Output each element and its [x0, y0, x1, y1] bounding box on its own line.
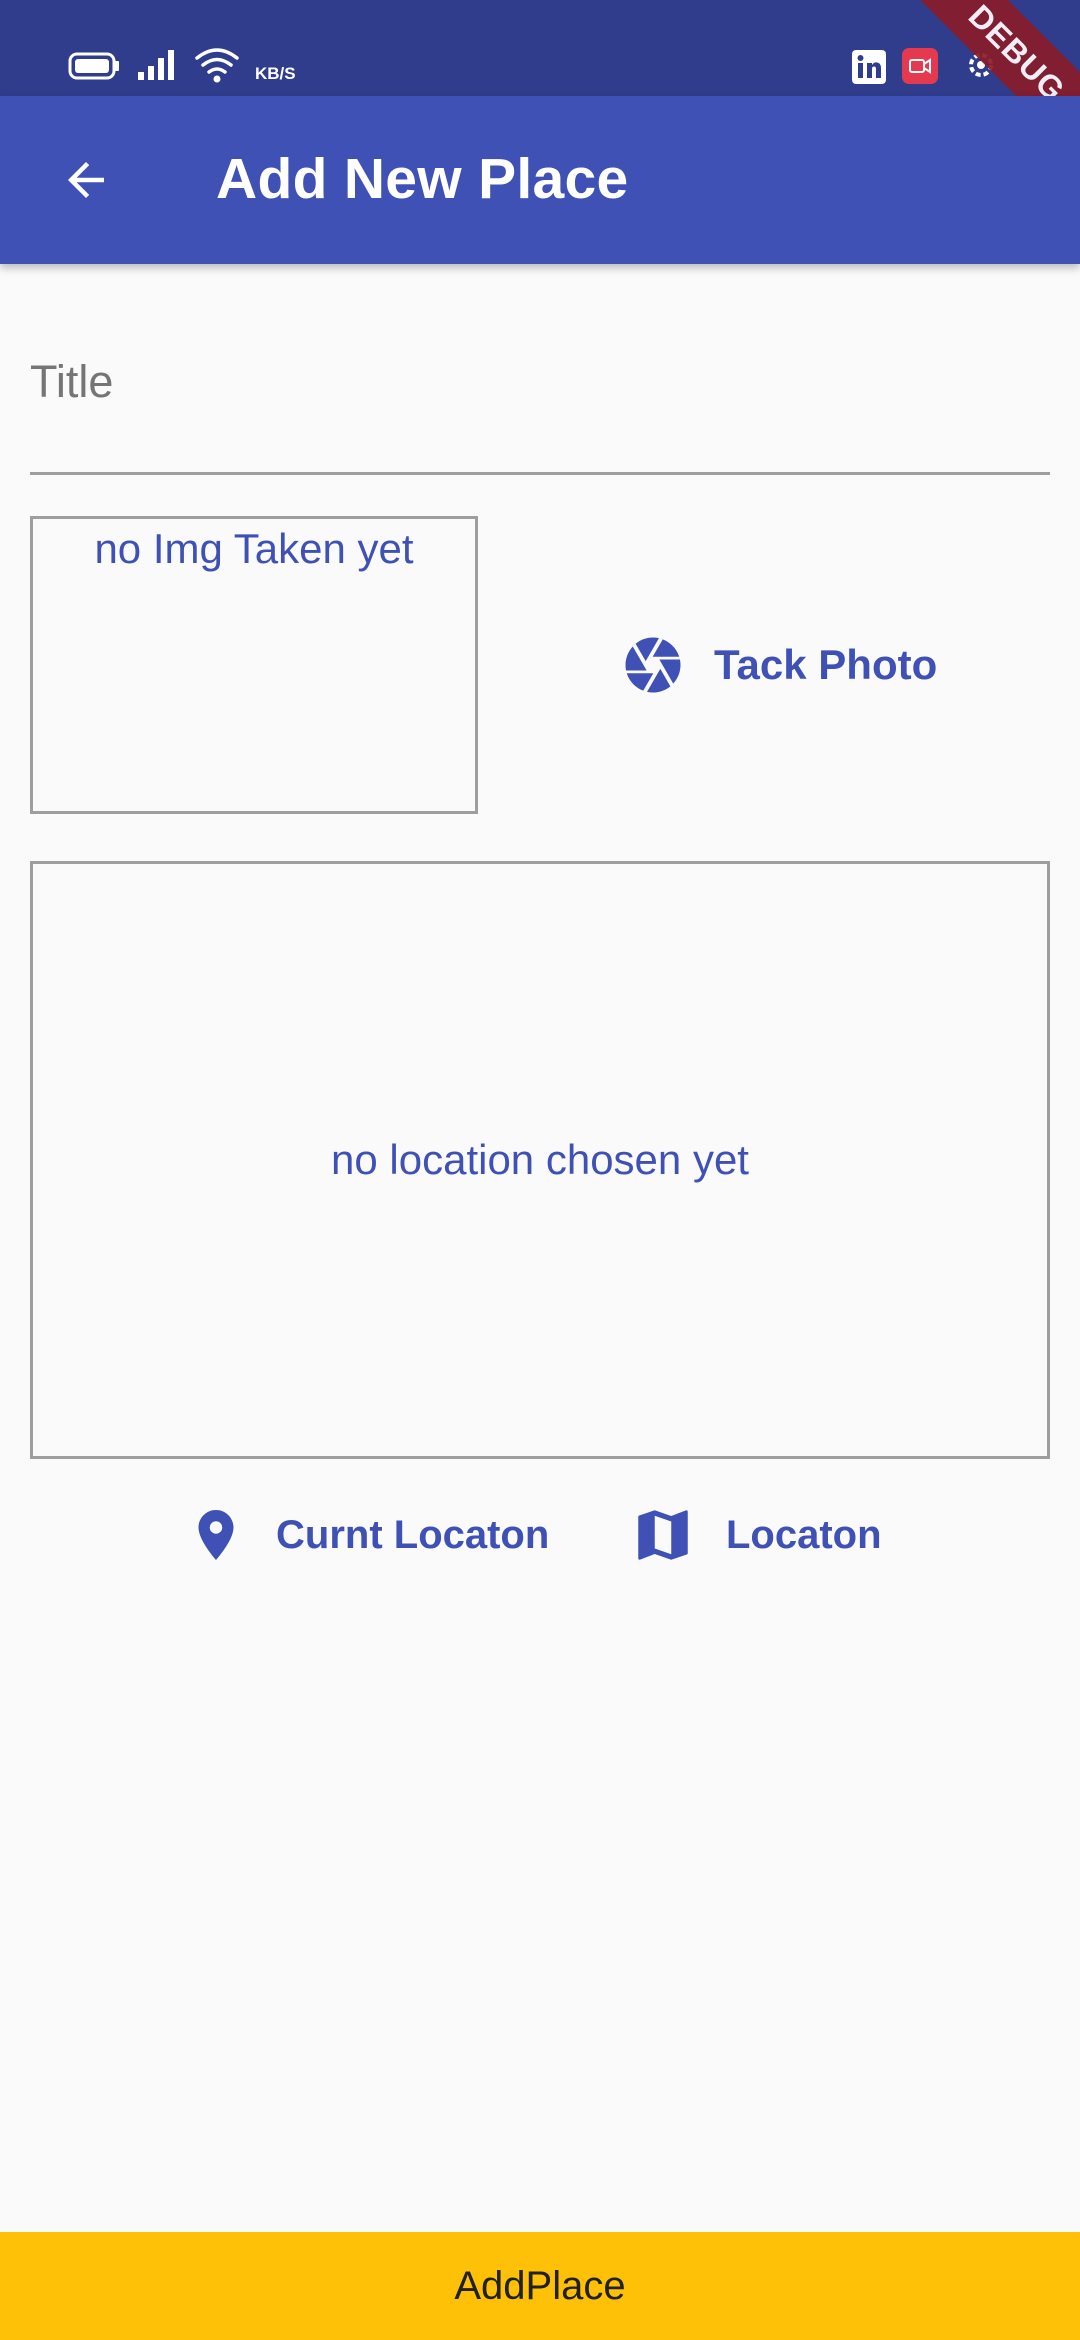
- location-preview: no location chosen yet: [30, 861, 1050, 1459]
- image-preview-placeholder: no Img Taken yet: [94, 525, 414, 572]
- image-preview: no Img Taken yet: [30, 516, 478, 814]
- arrow-back-icon: [68, 162, 104, 198]
- current-location-button[interactable]: Curnt Locaton: [186, 1500, 549, 1570]
- screen-record-icon: [902, 48, 938, 84]
- back-button[interactable]: [40, 134, 132, 226]
- wifi-icon: [195, 48, 239, 83]
- add-place-button[interactable]: AddPlace: [0, 2232, 1080, 2340]
- battery-icon: [68, 52, 119, 80]
- current-location-label: Curnt Locaton: [276, 1512, 550, 1557]
- select-on-map-label: Locaton: [726, 1512, 882, 1557]
- network-speed-unit: KB/S: [255, 64, 296, 83]
- linkedin-icon: [852, 50, 886, 84]
- signal-icon: [138, 50, 174, 80]
- map-icon: [638, 1510, 688, 1560]
- title-field[interactable]: [30, 330, 1050, 475]
- title-input[interactable]: [30, 330, 1050, 408]
- location-pin-icon: [198, 1510, 234, 1560]
- select-on-map-button[interactable]: Locaton: [630, 1500, 882, 1570]
- app-bar: Add New Place: [0, 96, 1080, 264]
- camera-shutter-icon: [625, 637, 681, 693]
- take-photo-label: Tack Photo: [714, 641, 938, 688]
- page-title: Add New Place: [216, 147, 629, 211]
- take-photo-button[interactable]: Tack Photo: [620, 630, 937, 700]
- status-bar: KB/S DEBUG: [0, 0, 1080, 171]
- location-preview-placeholder: no location chosen yet: [331, 1136, 749, 1183]
